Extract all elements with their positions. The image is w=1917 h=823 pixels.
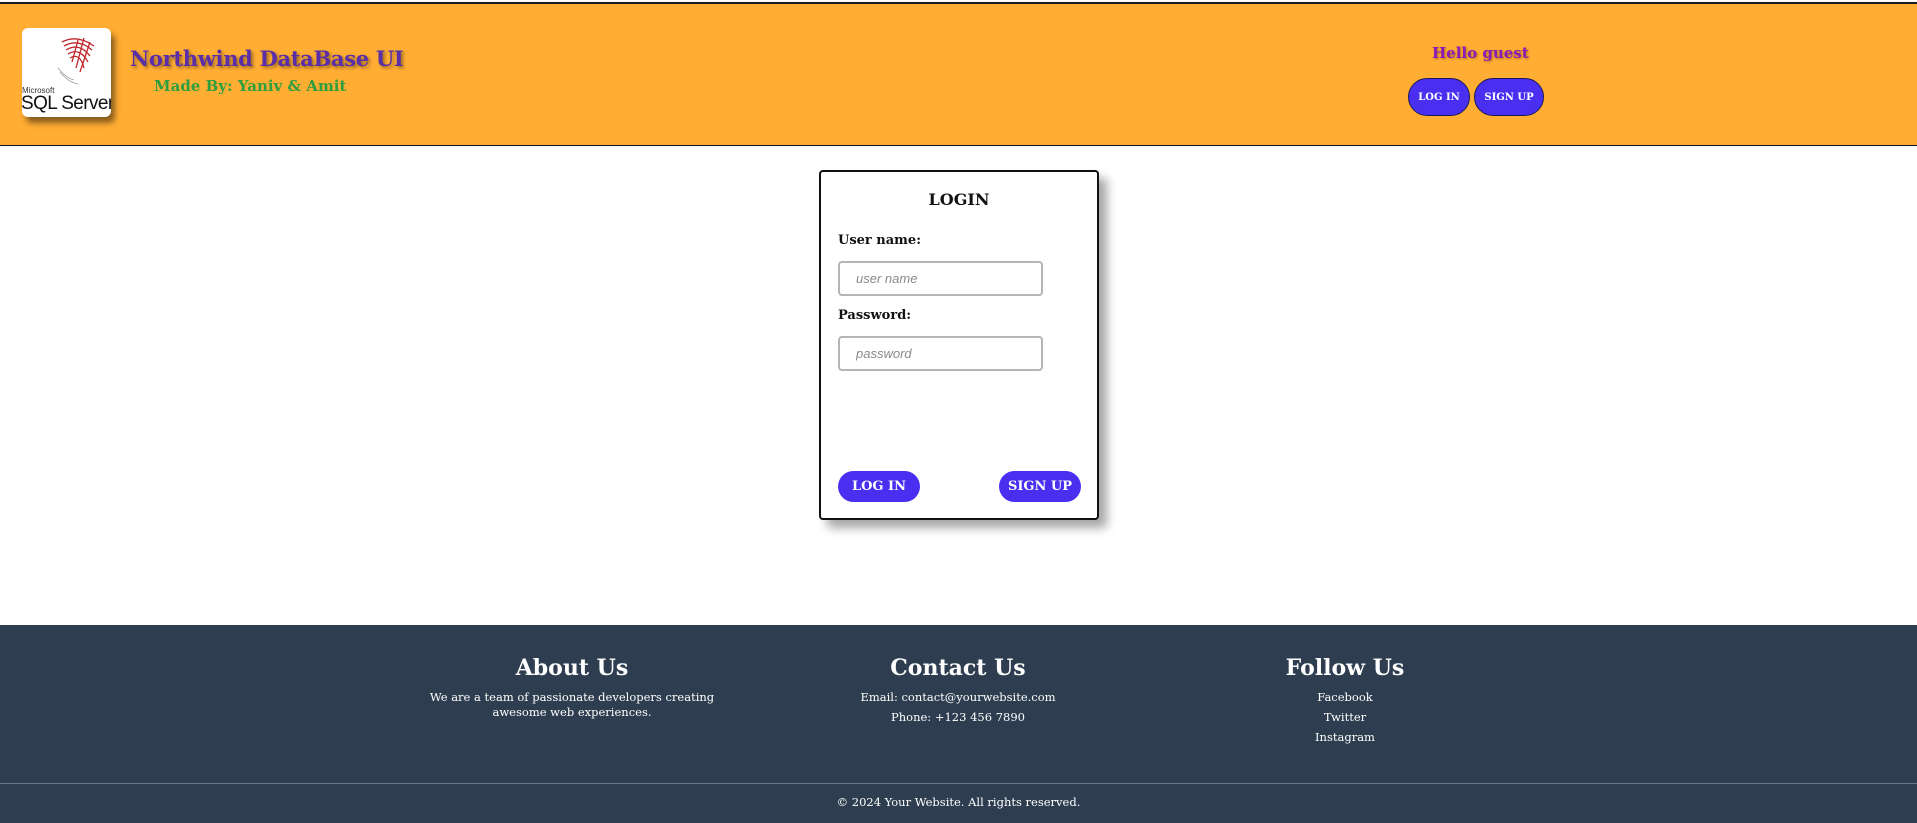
footer-divider (0, 783, 1917, 784)
footer-follow-section: Follow Us Facebook Twitter Instagram (1245, 655, 1445, 745)
site-subtitle: Made By: Yaniv & Amit (154, 77, 347, 95)
login-button[interactable]: LOG IN (838, 471, 920, 502)
twitter-link[interactable]: Twitter (1245, 710, 1445, 725)
site-title: Northwind DataBase UI (130, 46, 404, 71)
login-card: LOGIN User name: Password: LOG IN SIGN U… (819, 170, 1099, 520)
about-us-heading: About Us (515, 655, 629, 681)
password-label: Password: (838, 308, 912, 323)
site-header: Microsoft SQL Server Northwind DataBase … (0, 2, 1917, 146)
sql-server-logo-icon (57, 37, 95, 85)
signup-button[interactable]: SIGN UP (999, 471, 1081, 502)
greeting-text: Hello guest (1432, 44, 1529, 62)
about-us-text: We are a team of passionate developers c… (429, 690, 715, 719)
site-footer: About Us We are a team of passionate dev… (0, 625, 1917, 823)
password-input[interactable] (838, 336, 1043, 371)
copyright-text: © 2024 Your Website. All rights reserved… (836, 795, 1081, 809)
username-label: User name: (838, 233, 922, 248)
footer-about-section: About Us We are a team of passionate dev… (402, 655, 742, 720)
contact-email: Email: contact@yourwebsite.com (860, 690, 1056, 704)
logo-sql-server-text: SQL Server (22, 93, 111, 114)
header-login-button[interactable]: LOG IN (1408, 78, 1470, 116)
sql-server-logo[interactable]: Microsoft SQL Server (22, 28, 111, 117)
login-title: LOGIN (928, 190, 990, 209)
instagram-link[interactable]: Instagram (1245, 730, 1445, 745)
contact-phone: Phone: +123 456 7890 (891, 710, 1025, 724)
follow-us-heading: Follow Us (1285, 655, 1405, 681)
facebook-link[interactable]: Facebook (1245, 690, 1445, 705)
footer-contact-section: Contact Us Email: contact@yourwebsite.co… (818, 655, 1098, 725)
username-input[interactable] (838, 261, 1043, 296)
contact-us-heading: Contact Us (890, 655, 1026, 681)
header-signup-button[interactable]: SIGN UP (1474, 78, 1544, 116)
